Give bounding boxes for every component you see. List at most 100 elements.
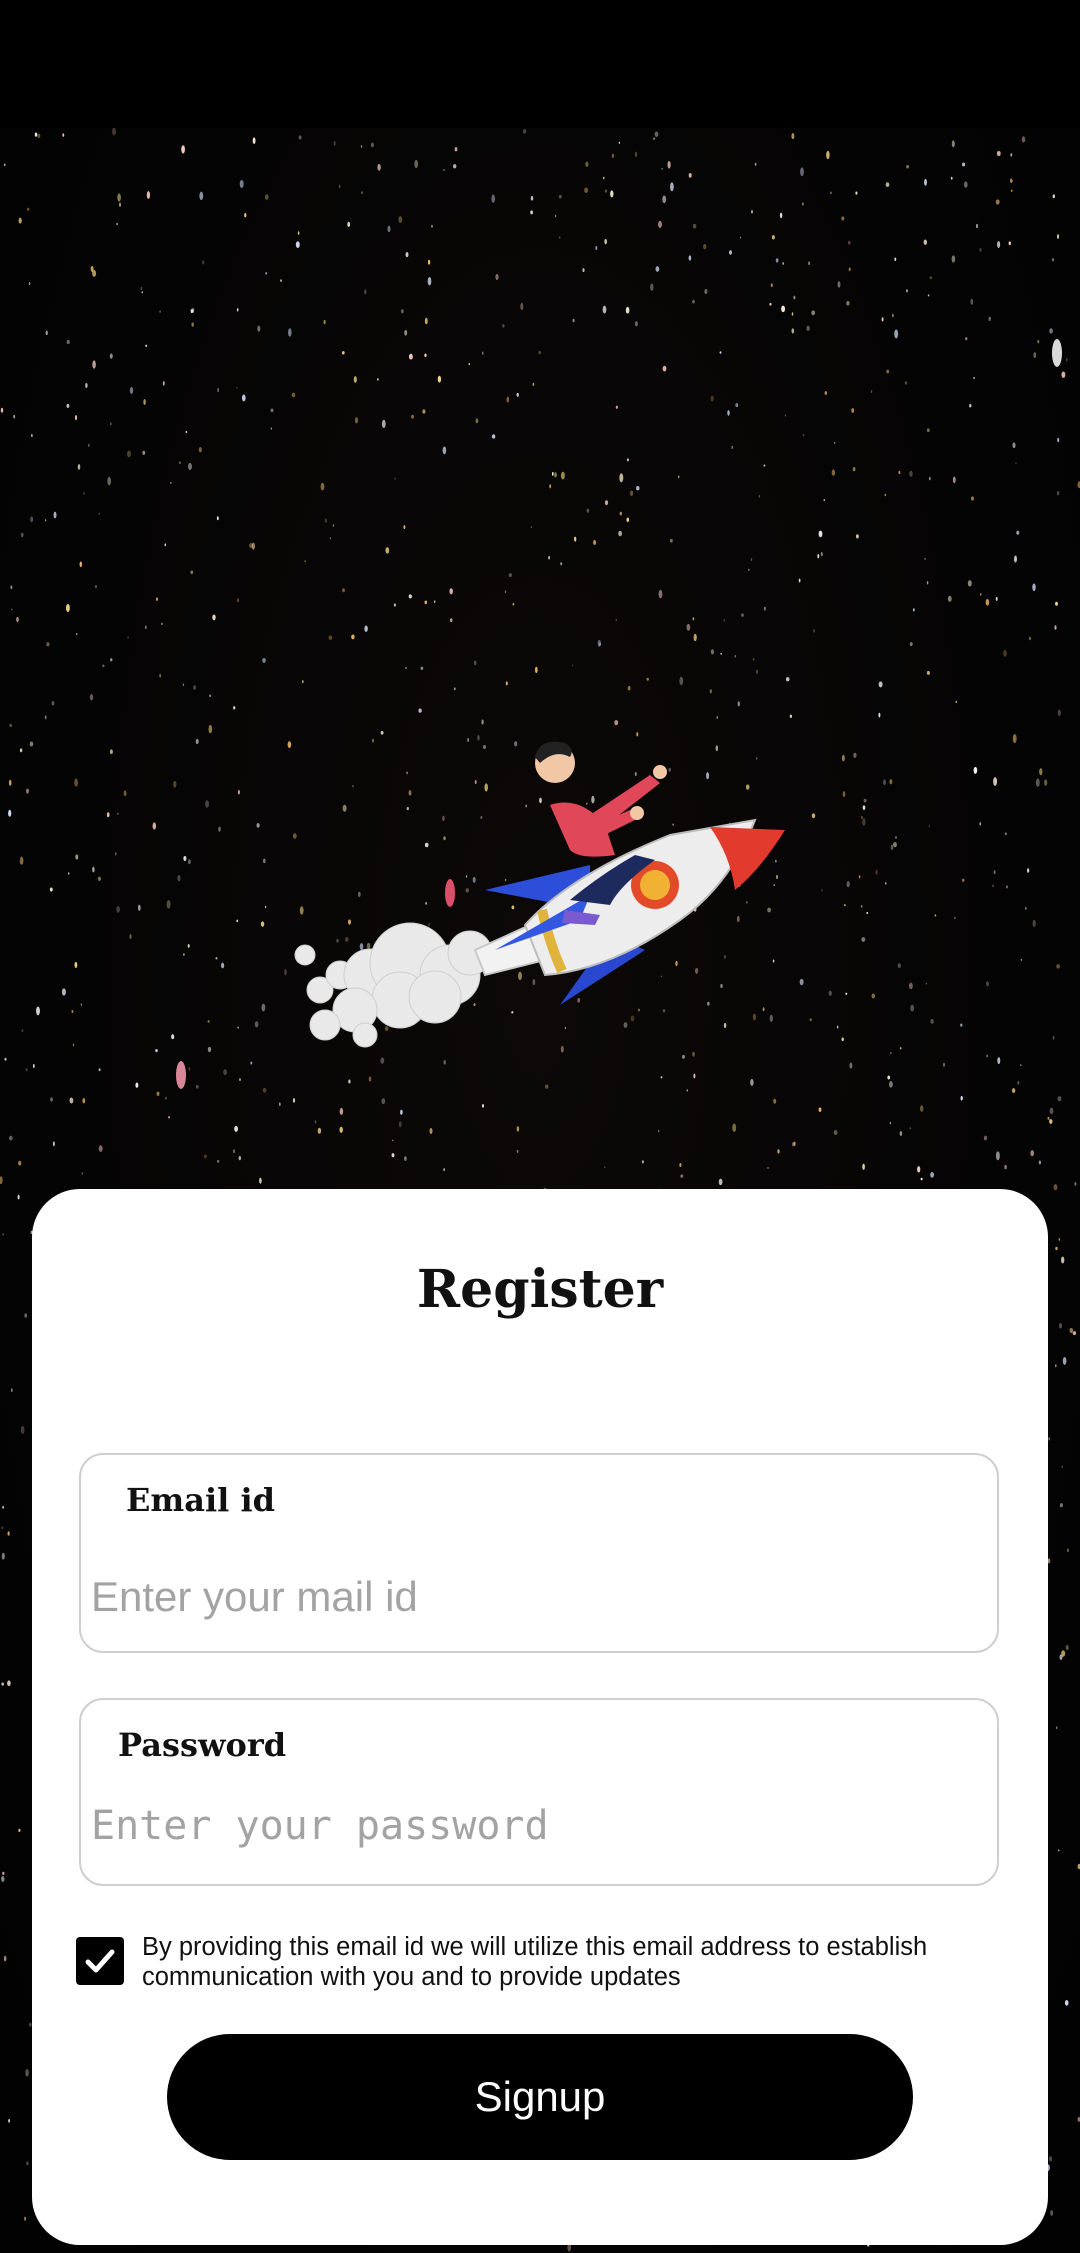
star (263, 858, 266, 864)
star (353, 376, 357, 383)
star (1006, 885, 1008, 889)
star (1025, 907, 1027, 910)
star (658, 220, 662, 229)
star (205, 800, 210, 808)
star (821, 888, 823, 892)
star (1030, 1150, 1034, 1157)
star (530, 196, 534, 201)
star (244, 213, 247, 218)
star (29, 741, 34, 747)
star (782, 262, 784, 265)
email-field[interactable]: Email id (79, 1453, 999, 1653)
star (3, 163, 6, 167)
star (443, 1168, 446, 1172)
star (686, 623, 691, 631)
star (979, 822, 982, 826)
star (582, 268, 585, 273)
star (2, 1871, 5, 1876)
password-input[interactable] (91, 1798, 971, 1854)
star (791, 328, 795, 334)
star (71, 1009, 74, 1014)
star (18, 1828, 21, 1833)
star (341, 351, 345, 355)
star (0, 407, 4, 413)
star (680, 1174, 684, 1178)
star (183, 855, 187, 861)
star (925, 982, 928, 985)
star (860, 905, 863, 908)
star (739, 236, 742, 239)
star (846, 881, 850, 888)
star (926, 428, 930, 433)
star (8, 2119, 10, 2123)
star (934, 914, 937, 917)
star (165, 1096, 167, 1100)
star (679, 676, 684, 686)
star (943, 1062, 945, 1067)
star (66, 603, 70, 613)
star (237, 789, 240, 795)
star (841, 216, 845, 221)
star (779, 212, 783, 219)
star (769, 302, 772, 306)
star (398, 216, 403, 224)
star (398, 1121, 402, 1128)
star (754, 162, 757, 166)
star (969, 403, 972, 408)
star (554, 214, 557, 218)
star (207, 1020, 210, 1023)
star (908, 982, 913, 990)
star (1057, 1096, 1062, 1102)
star (516, 392, 519, 397)
star (973, 766, 978, 774)
star (16, 616, 19, 623)
star (806, 325, 810, 331)
star (49, 887, 53, 892)
star (748, 568, 750, 572)
star (140, 286, 143, 291)
star (906, 164, 910, 169)
consent-checkbox[interactable] (76, 1937, 124, 1985)
star (960, 1095, 963, 1101)
email-input[interactable] (91, 1569, 971, 1625)
star (159, 310, 161, 313)
star (791, 133, 795, 140)
star (443, 169, 445, 171)
star (549, 484, 552, 489)
star (851, 408, 855, 413)
star (97, 876, 101, 881)
star (364, 289, 367, 295)
star (1057, 709, 1062, 717)
star (793, 295, 796, 300)
star (841, 1037, 844, 1042)
star (420, 666, 424, 670)
star (495, 273, 499, 280)
star (692, 223, 697, 229)
star (755, 669, 759, 674)
star (62, 133, 65, 137)
star (156, 597, 158, 601)
star (1003, 649, 1007, 657)
star (534, 666, 538, 674)
star (215, 957, 218, 960)
star (985, 598, 990, 606)
star (894, 257, 897, 262)
star (658, 1129, 660, 1133)
star (127, 636, 129, 639)
star (560, 471, 565, 480)
signup-button[interactable]: Signup (167, 2034, 913, 2160)
star (32, 1064, 35, 1068)
star (995, 1151, 1000, 1161)
star (886, 369, 890, 374)
password-field[interactable]: Password (79, 1698, 999, 1886)
star (985, 981, 990, 987)
star (17, 1194, 20, 1200)
star (187, 944, 190, 948)
star (1061, 1650, 1066, 1657)
star (295, 241, 300, 248)
star (763, 464, 766, 467)
star (1008, 241, 1012, 246)
star (75, 633, 78, 636)
star (143, 399, 146, 405)
star (572, 664, 574, 667)
